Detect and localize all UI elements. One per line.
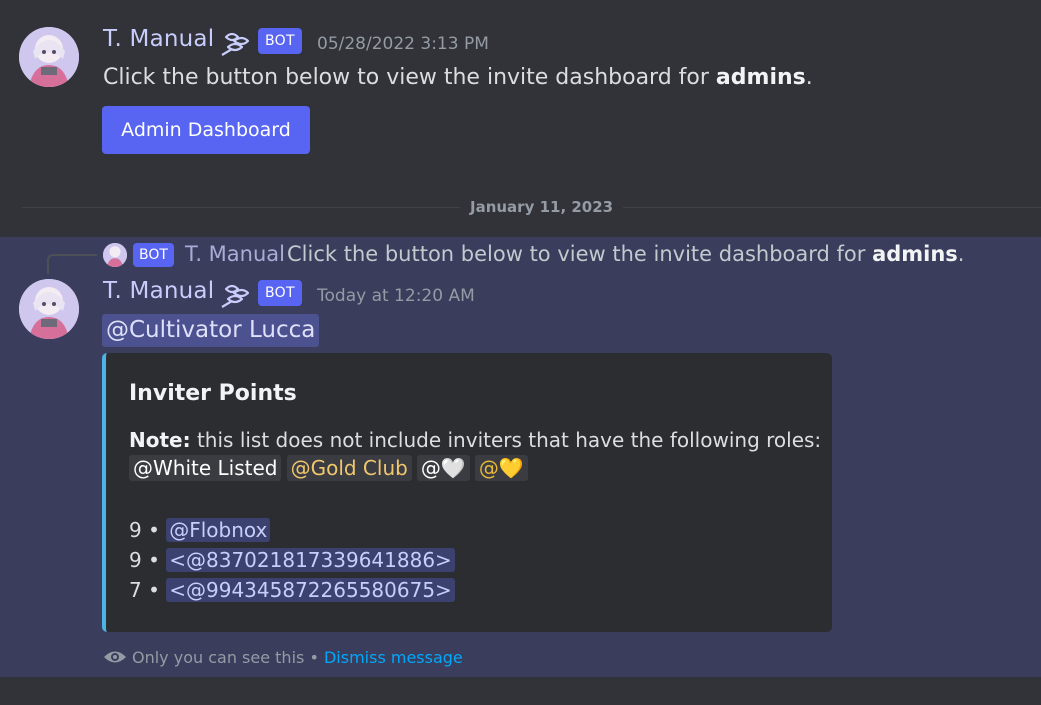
- reply-bold-text: admins: [872, 242, 958, 266]
- rank-row: 7 • <@994345872265580675>: [129, 578, 455, 602]
- rank-user-mention[interactable]: <@994345872265580675>: [166, 578, 455, 602]
- avatar-image: [19, 279, 79, 339]
- ephemeral-text: Only you can see this •: [132, 648, 324, 667]
- message-bold-text: admins: [715, 65, 806, 90]
- author-username[interactable]: T. Manual: [103, 278, 214, 304]
- rank-row: 9 • <@837021817339641886>: [129, 548, 455, 572]
- admin-dashboard-button[interactable]: Admin Dashboard: [102, 106, 310, 154]
- message-text: Click the button below to view the invit…: [103, 65, 716, 90]
- bot-avatar[interactable]: [19, 27, 79, 87]
- rank-points: 9: [129, 548, 142, 572]
- role-mention-list: @White Listed @Gold Club @🤍 @💛: [129, 455, 528, 481]
- message-timestamp[interactable]: Today at 12:20 AM: [317, 286, 475, 306]
- bot-tag: BOT: [258, 28, 302, 54]
- dismiss-message-link[interactable]: Dismiss message: [324, 648, 463, 667]
- rank-points: 9: [129, 518, 142, 542]
- reply-username[interactable]: T. Manual: [185, 242, 285, 266]
- reply-text: Click the button below to view the invit…: [287, 242, 873, 266]
- bot-tag: BOT: [258, 280, 302, 306]
- note-text: this list does not include inviters that…: [190, 428, 822, 452]
- reply-avatar[interactable]: [103, 243, 127, 267]
- message-text-end: .: [805, 65, 813, 90]
- rank-user-mention[interactable]: <@837021817339641886>: [166, 548, 455, 572]
- embed-note: Note: this list does not include inviter…: [129, 428, 821, 452]
- reply-preview-text[interactable]: Click the button below to view the invit…: [287, 242, 964, 266]
- message-content: Click the button below to view the invit…: [103, 65, 813, 90]
- hypesquad-badge-icon[interactable]: [218, 279, 254, 313]
- rank-separator: •: [141, 578, 167, 602]
- reply-text-end: .: [957, 242, 965, 266]
- reply-bot-tag: BOT: [133, 243, 174, 267]
- bot-avatar[interactable]: [19, 279, 79, 339]
- avatar-image: [19, 27, 79, 87]
- date-divider: January 11, 2023: [460, 198, 624, 216]
- message-timestamp[interactable]: 05/28/2022 3:13 PM: [317, 34, 489, 54]
- hypesquad-badge-icon[interactable]: [218, 27, 254, 61]
- role-mention[interactable]: @White Listed: [129, 455, 282, 481]
- rank-separator: •: [141, 518, 167, 542]
- reply-avatar-image: [103, 243, 127, 267]
- role-mention[interactable]: @Gold Club: [286, 455, 412, 481]
- eye-icon: [104, 651, 126, 663]
- role-mention[interactable]: @🤍: [416, 455, 470, 481]
- embed-title: Inviter Points: [129, 381, 297, 406]
- note-label: Note:: [129, 428, 191, 452]
- rank-row: 9 • @Flobnox: [129, 518, 271, 542]
- role-mention[interactable]: @💛: [474, 455, 528, 481]
- author-username[interactable]: T. Manual: [103, 26, 214, 52]
- reply-spine: [47, 254, 97, 274]
- rank-user-mention[interactable]: @Flobnox: [166, 518, 271, 542]
- rank-points: 7: [129, 578, 142, 602]
- user-mention[interactable]: @Cultivator Lucca: [102, 314, 320, 347]
- rank-separator: •: [141, 548, 167, 572]
- ephemeral-notice: Only you can see this • Dismiss message: [132, 648, 463, 667]
